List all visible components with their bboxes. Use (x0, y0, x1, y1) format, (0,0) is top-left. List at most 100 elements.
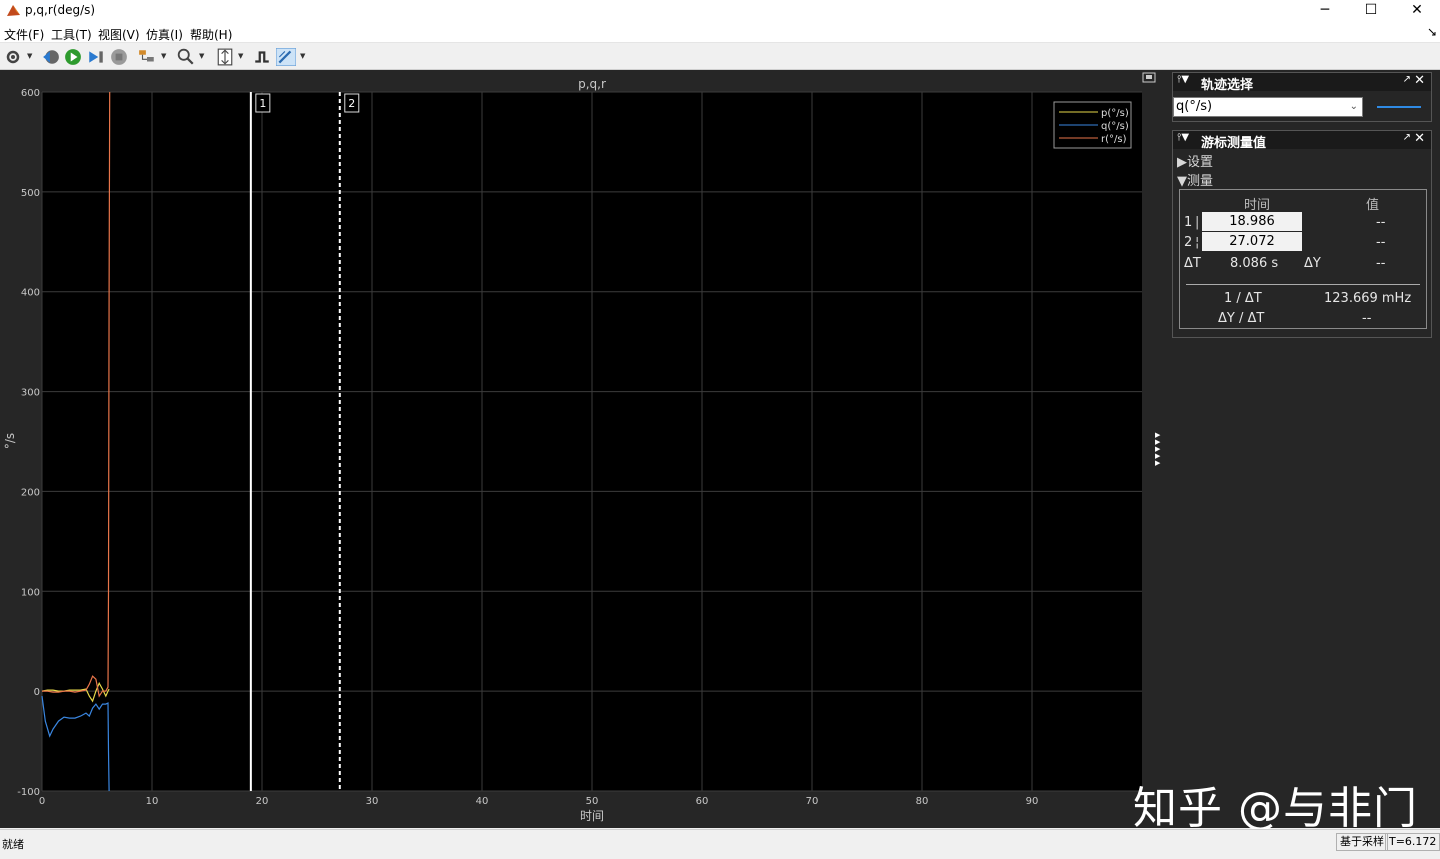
settings-section-toggle[interactable]: ▶设置 (1177, 151, 1213, 170)
cursor2-time-field[interactable]: 27.072 (1202, 232, 1302, 251)
step-back-icon[interactable] (42, 48, 60, 66)
sample-mode-indicator: 基于采样 (1336, 833, 1388, 851)
x-tick-label: 10 (146, 796, 159, 807)
cursor-panel-header: ⫯▼ 游标测量值 ↗ ✕ (1173, 131, 1431, 151)
close-icon[interactable]: ✕ (1414, 73, 1425, 88)
scale-dropdown-icon[interactable]: ▼ (238, 52, 243, 60)
settings-icon[interactable] (5, 48, 21, 66)
undock-icon[interactable]: ↗ (1403, 74, 1411, 85)
legend-label-q: q(°/s) (1101, 121, 1129, 132)
trace-panel-header: ⫯▼ 轨迹选择 ↗ ✕ (1173, 73, 1431, 93)
stop-icon[interactable] (110, 48, 128, 66)
trace-panel-title: 轨迹选择 (1201, 78, 1254, 93)
menu-help[interactable]: 帮助(H) (190, 26, 232, 43)
undock-icon[interactable]: ↗ (1403, 132, 1411, 143)
inverse-delta-t-value: 123.669 mHz (1324, 291, 1412, 306)
legend-label-r: r(°/s) (1101, 134, 1127, 145)
sim-time-indicator: T=6.172 (1385, 833, 1440, 851)
window-title: p,q,r(deg/s) (25, 3, 96, 17)
y-tick-label: 300 (21, 388, 40, 399)
matlab-app-icon (7, 5, 20, 16)
zhihu-watermark: 知乎 @与非门 (1133, 783, 1418, 834)
delta-t-value: 8.086 s (1230, 256, 1279, 271)
status-text: 就绪 (2, 838, 24, 851)
cursor1-time-field[interactable]: 18.986 (1202, 212, 1302, 231)
cursor2-value: -- (1376, 235, 1386, 250)
maximize-button[interactable]: ☐ (1348, 0, 1394, 22)
panel-collapse-handle[interactable]: ▶ ▶ ▶ ▶ ▶ (1155, 432, 1160, 467)
x-tick-label: 80 (916, 796, 929, 807)
cursor1-label: 1 (1184, 215, 1193, 230)
undock-plot-icon[interactable] (1142, 72, 1156, 83)
legend[interactable]: p(°/s) q(°/s) r(°/s) (1053, 101, 1132, 149)
zoom-dropdown-icon[interactable]: ▼ (199, 52, 204, 60)
cursor-measure-icon[interactable] (276, 48, 296, 66)
delta-y-value: -- (1376, 256, 1386, 271)
close-button[interactable]: ✕ (1394, 0, 1440, 22)
highlight-dropdown-icon[interactable]: ▼ (161, 52, 166, 60)
cursor-panel-title: 游标测量值 (1201, 136, 1267, 151)
step-forward-icon[interactable] (87, 48, 105, 66)
collapse-icon[interactable]: ⫯▼ (1177, 132, 1189, 143)
settings-dropdown-icon[interactable]: ▼ (27, 52, 32, 60)
y-axis-label: °/s (3, 433, 17, 449)
cursor-measurement-panel: ⫯▼ 游标测量值 ↗ ✕ ▶设置 ▼测量 时间 值 1 | 18.986 -- … (1172, 130, 1432, 338)
y-tick-label: 200 (21, 487, 40, 498)
x-tick-label: 20 (256, 796, 269, 807)
y-tick-label: -100 (17, 787, 40, 798)
measure-dropdown-icon[interactable]: ▼ (300, 52, 305, 60)
delta-y-label: ΔY (1304, 256, 1321, 271)
y-tick-label: 400 (21, 288, 40, 299)
y-tick-label: 0 (34, 687, 40, 698)
cursor-tag-label-2: 2 (348, 97, 355, 110)
trace-selected-value: q(°/s) (1176, 99, 1213, 114)
x-tick-label: 50 (586, 796, 599, 807)
delta-t-label: ΔT (1184, 256, 1201, 271)
y-tick-label: 500 (21, 188, 40, 199)
scale-axes-icon[interactable] (216, 48, 234, 66)
x-tick-label: 30 (366, 796, 379, 807)
x-axis-label: 时间 (580, 809, 604, 823)
measurement-table: 时间 值 1 | 18.986 -- 2 ¦ 27.072 -- ΔT 8.08… (1179, 189, 1427, 329)
highlight-icon[interactable] (138, 48, 156, 66)
legend-label-p: p(°/s) (1101, 108, 1129, 119)
menu-view[interactable]: 视图(V) (98, 26, 140, 43)
trace-dropdown[interactable]: q(°/s) ⌄ (1173, 97, 1363, 117)
run-icon[interactable] (64, 48, 82, 66)
title-bar: p,q,r(deg/s) ─ ☐ ✕ (0, 0, 1440, 22)
collapse-icon[interactable]: ⫯▼ (1177, 74, 1189, 85)
close-icon[interactable]: ✕ (1414, 131, 1425, 146)
trigger-icon[interactable] (253, 48, 271, 66)
col-header-time: 时间 (1244, 198, 1271, 213)
slope-label: ΔY / ΔT (1218, 311, 1265, 326)
trace-selection-panel: ⫯▼ 轨迹选择 ↗ ✕ q(°/s) ⌄ (1172, 72, 1432, 122)
scope-plot[interactable]: 0 10 20 30 40 50 60 70 80 90-10001002003004005006… (0, 70, 1172, 828)
menu-bar: 文件(F) 工具(T) 视图(V) 仿真(I) 帮助(H) (0, 22, 1440, 43)
inverse-delta-t-label: 1 / ΔT (1224, 291, 1262, 306)
toolbar: ▼ ▼ ▼ ▼ ▼ (0, 43, 1440, 70)
col-header-value: 值 (1366, 198, 1380, 213)
plot-title: p,q,r (578, 77, 606, 91)
cursor1-solid-marker-icon: | (1195, 215, 1200, 230)
table-divider (1186, 284, 1420, 285)
status-bar: 就绪 基于采样 T=6.172 (0, 829, 1440, 859)
x-tick-label: 70 (806, 796, 819, 807)
slope-value: -- (1362, 311, 1372, 326)
measurement-section-toggle[interactable]: ▼测量 (1177, 170, 1213, 189)
side-panel: ⫯▼ 轨迹选择 ↗ ✕ q(°/s) ⌄ ⫯▼ 游标测量值 ↗ ✕ ▶设置 ▼测… (1172, 72, 1432, 338)
chevron-down-icon: ⌄ (1349, 101, 1358, 112)
y-tick-label: 600 (21, 88, 40, 99)
minimize-button[interactable]: ─ (1302, 0, 1348, 22)
cursor-tag-label-1: 1 (259, 97, 266, 110)
menu-file[interactable]: 文件(F) (4, 26, 44, 43)
cursor2-label: 2 (1184, 235, 1193, 250)
zoom-icon[interactable] (177, 48, 195, 66)
trace-color-swatch (1377, 106, 1421, 108)
pin-icon[interactable] (1428, 28, 1436, 36)
x-tick-label: 40 (476, 796, 489, 807)
x-tick-label: 60 (696, 796, 709, 807)
menu-simulation[interactable]: 仿真(I) (146, 26, 183, 43)
x-tick-label: 90 (1026, 796, 1039, 807)
menu-tools[interactable]: 工具(T) (51, 26, 92, 43)
y-tick-label: 100 (21, 587, 40, 598)
